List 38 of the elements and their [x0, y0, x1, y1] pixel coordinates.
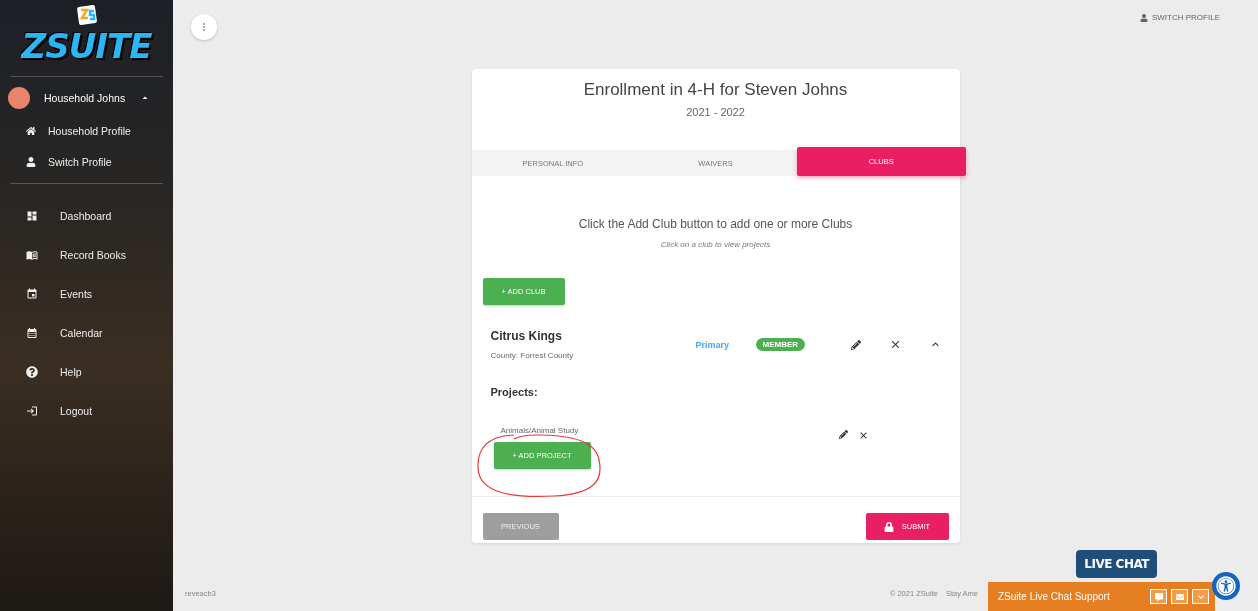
club-name: Citrus Kings — [490, 329, 563, 343]
card-title: Enrollment in 4-H for Steven Johns — [582, 80, 849, 100]
logo-text: ZSUITE — [21, 26, 152, 66]
help-icon — [26, 365, 38, 378]
lock-icon — [883, 521, 894, 532]
person-icon — [1140, 13, 1148, 22]
switch-profile-link[interactable]: SWITCH PROFILE — [1134, 12, 1226, 23]
close-icon[interactable] — [889, 338, 902, 351]
sidebar-item[interactable]: Help — [0, 352, 173, 391]
sidebar-item[interactable]: Record Books — [0, 235, 173, 274]
sidebar-item[interactable]: Household Profile — [0, 115, 173, 146]
logout-icon — [26, 404, 38, 417]
club-county: County: Forrest County — [490, 351, 575, 360]
dashboard-icon — [26, 209, 38, 222]
instruction-text: Click the Add Club button to add one or more Clubs — [577, 217, 854, 231]
card-subtitle: 2021 - 2022 — [685, 106, 746, 118]
sidebar-item[interactable]: Switch Profile — [0, 146, 173, 177]
sidebar-item[interactable]: Events — [0, 274, 173, 313]
live-chat-bubble[interactable]: LIVE CHAT — [1076, 550, 1157, 578]
member-badge: MEMBER — [755, 338, 806, 351]
account-menu[interactable]: Household Johns — [0, 77, 173, 115]
home-icon — [26, 125, 36, 136]
projects-heading: Projects: — [490, 386, 539, 398]
hint-text: Click on a club to view projects — [659, 240, 772, 249]
project-name: Animals/Animal Study — [500, 426, 579, 435]
calendar-icon — [26, 326, 38, 339]
sidebar-item[interactable]: Logout — [0, 391, 173, 430]
logo-icon — [75, 4, 98, 26]
club-role: Primary — [695, 339, 731, 350]
calendar-icon — [26, 287, 38, 300]
edit-icon[interactable] — [838, 430, 848, 441]
book-icon — [26, 248, 38, 261]
avatar — [8, 87, 30, 109]
sidebar-item[interactable]: Dashboard — [0, 196, 173, 235]
person-icon — [26, 156, 36, 167]
live-chat-title: ZSuite Live Chat Support — [998, 591, 1111, 602]
edit-icon[interactable] — [850, 339, 861, 350]
sidebar-item[interactable]: Calendar — [0, 313, 173, 352]
